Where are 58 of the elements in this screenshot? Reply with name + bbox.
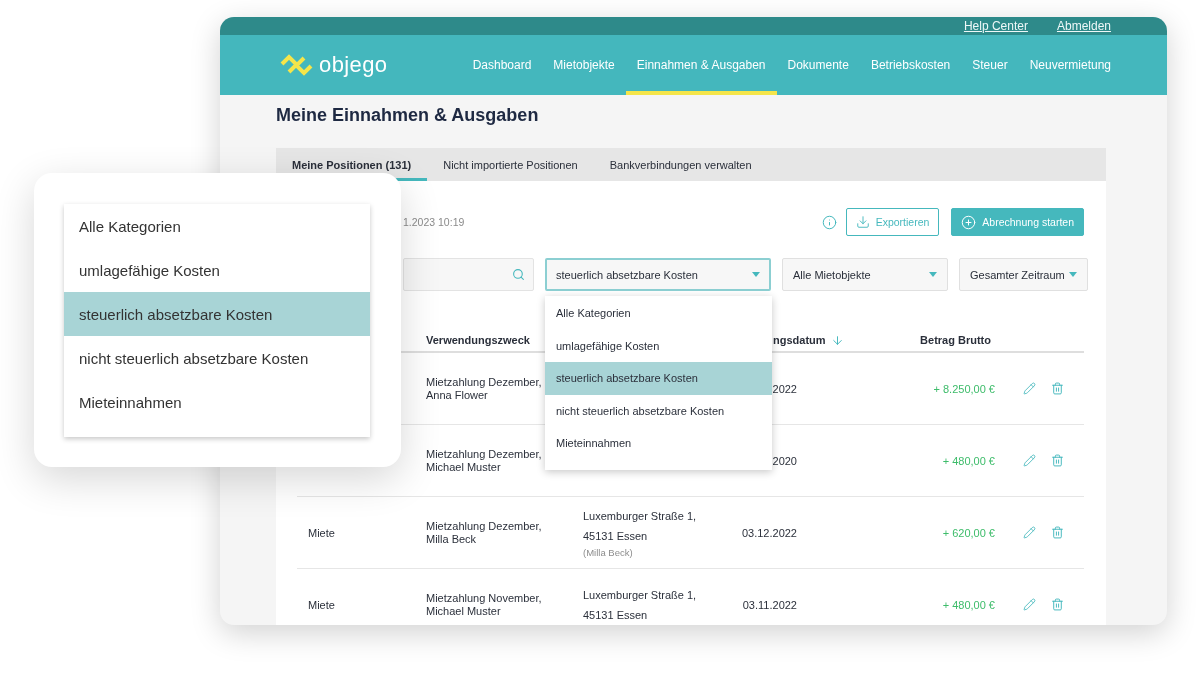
amount-text: + 480,00 € — [942, 454, 995, 467]
amount-text: + 8.250,00 € — [933, 382, 995, 395]
trash-icon[interactable] — [1051, 382, 1064, 395]
dropdown-option[interactable]: umlagefähige Kosten — [545, 329, 772, 362]
tab[interactable]: Nicht importierte Positionen — [427, 148, 594, 181]
caret-down-icon — [929, 272, 937, 277]
table-cell: Miete — [308, 598, 335, 611]
arrow-down-icon[interactable] — [830, 333, 844, 347]
download-icon — [855, 215, 870, 229]
column-header: Verwendungszweck — [426, 334, 530, 346]
caret-down-icon — [1068, 272, 1077, 277]
dropdown-option[interactable]: nicht steuerlich absetzbare Kosten — [64, 336, 370, 380]
dropdown-option[interactable]: steuerlich absetzbare Kosten — [64, 292, 370, 336]
caret-down-icon — [752, 272, 760, 277]
page-title: Meine Einnahmen & Ausgaben — [276, 104, 539, 127]
dropdown-option[interactable]: nicht steuerlich absetzbare Kosten — [545, 394, 772, 427]
trash-icon[interactable] — [1051, 454, 1064, 467]
search-icon — [512, 268, 525, 281]
dropdown-option[interactable]: Alle Kategorien — [64, 204, 370, 248]
tab[interactable]: Bankverbindungen verwalten — [593, 148, 768, 181]
dropdown-option[interactable]: Alle Kategorien — [545, 297, 772, 330]
dropdown-option[interactable]: Mieteinnahmen — [545, 427, 772, 460]
plus-circle-icon — [961, 214, 977, 230]
table-cell-text: Mietzahlung Dezember, Michael Muster — [426, 447, 543, 474]
trash-icon[interactable] — [1051, 598, 1064, 611]
dropdown-option[interactable]: umlagefähige Kosten — [64, 248, 370, 292]
amount-text: + 480,00 € — [942, 598, 995, 611]
pencil-icon[interactable] — [1023, 598, 1036, 611]
pencil-icon[interactable] — [1023, 454, 1036, 467]
pencil-icon[interactable] — [1023, 382, 1036, 395]
table-cell: Miete — [308, 526, 335, 539]
header-link[interactable]: Help Center — [963, 19, 1028, 33]
table-cell: 2022 — [772, 382, 797, 395]
pencil-icon[interactable] — [1023, 526, 1036, 539]
trash-icon[interactable] — [1051, 526, 1064, 539]
logo-icon — [280, 54, 313, 76]
logo-text: objego — [319, 52, 388, 78]
table-cell: 03.12.2022 — [741, 526, 797, 539]
timestamp-text: 1.2023 10:19 — [403, 216, 465, 228]
table-cell-text: Mietzahlung Dezember, Anna Flower — [426, 375, 543, 402]
column-header[interactable]: ngsdatum — [773, 334, 826, 346]
header-link[interactable]: Abmelden — [1056, 19, 1111, 33]
address-text: Luxemburger Straße 1, 45131 Essen — [583, 509, 698, 544]
dropdown-select[interactable]: steuerlich absetzbare Kosten — [545, 258, 771, 291]
dropdown-select[interactable]: Alle Mietobjekte — [782, 258, 948, 291]
dropdown-option[interactable]: Mieteinnahmen — [64, 380, 370, 424]
search-field[interactable] — [403, 258, 534, 291]
table-cell-text: Mietzahlung November, Michael Muster — [426, 591, 543, 618]
dropdown-select[interactable]: Gesamter Zeitraum — [959, 258, 1088, 291]
address-text: Luxemburger Straße 1, 45131 Essen — [583, 587, 698, 623]
tenant-text: (Milla Beck) — [583, 546, 633, 559]
dropdown-option[interactable]: steuerlich absetzbare Kosten — [545, 362, 772, 395]
info-icon[interactable] — [821, 214, 837, 230]
column-header: Betrag Brutto — [920, 334, 991, 346]
table-cell: 03.11.2022 — [742, 598, 797, 611]
table-cell: 2020 — [772, 454, 797, 467]
amount-text: + 620,00 € — [942, 526, 995, 539]
table-cell-text: Mietzahlung Dezember, Milla Beck — [426, 519, 543, 546]
